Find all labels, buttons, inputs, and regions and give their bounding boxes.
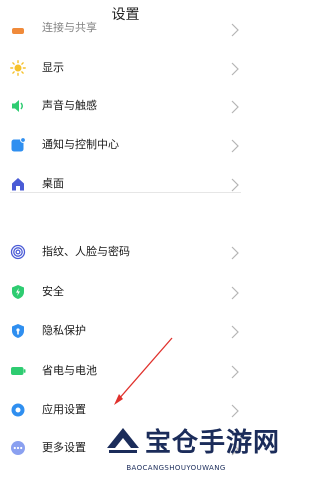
watermark: 宝仓手游网 BAOCANGSHOUYOUWANG [103, 414, 279, 484]
settings-item-notifications[interactable]: 通知与控制中心 [0, 127, 251, 163]
settings-item-label: 省电与电池 [42, 364, 97, 377]
chevron-right-icon [231, 99, 239, 114]
chevron-right-icon [231, 61, 239, 76]
settings-item-label: 应用设置 [42, 403, 86, 416]
settings-item-connection[interactable]: 连接与共享 [0, 14, 251, 50]
watermark-logo-icon [107, 428, 139, 453]
settings-item-label: 显示 [42, 61, 64, 74]
share-icon [10, 22, 26, 38]
speaker-icon [10, 98, 26, 114]
watermark-subtitle: BAOCANGSHOUYOUWANG [126, 464, 226, 472]
settings-item-privacy[interactable]: 隐私保护 [0, 313, 251, 349]
more-icon [10, 440, 26, 456]
privacy-icon [10, 323, 26, 339]
settings-item-label: 声音与触感 [42, 99, 97, 112]
settings-item-label: 安全 [42, 285, 64, 298]
settings-item-label: 指纹、人脸与密码 [42, 245, 130, 258]
settings-item-fingerprint[interactable]: 指纹、人脸与密码 [0, 234, 251, 270]
chevron-right-icon [231, 138, 239, 153]
fingerprint-icon [10, 244, 26, 260]
chevron-right-icon [231, 324, 239, 339]
settings-item-desktop[interactable]: 桌面 [0, 166, 251, 202]
chevron-right-icon [231, 364, 239, 379]
chevron-right-icon [231, 245, 239, 260]
settings-item-label: 连接与共享 [42, 21, 97, 34]
chevron-right-icon [231, 285, 239, 300]
settings-item-sound[interactable]: 声音与触感 [0, 88, 251, 124]
section-divider [10, 192, 241, 193]
settings-item-display[interactable]: 显示 [0, 50, 251, 86]
chevron-right-icon [231, 177, 239, 192]
settings-item-battery[interactable]: 省电与电池 [0, 353, 251, 389]
sun-icon [10, 60, 26, 76]
settings-item-security[interactable]: 安全 [0, 274, 251, 310]
settings-item-label: 通知与控制中心 [42, 138, 119, 151]
watermark-title: 宝仓手游网 [145, 428, 281, 458]
settings-item-label: 桌面 [42, 177, 64, 190]
chevron-right-icon [231, 22, 239, 37]
settings-item-label: 隐私保护 [42, 324, 86, 337]
gear-icon [10, 402, 26, 418]
notification-icon [10, 137, 26, 153]
shield-icon [10, 284, 26, 300]
home-icon [10, 176, 26, 192]
settings-item-label: 更多设置 [42, 441, 86, 454]
battery-icon [10, 363, 26, 379]
